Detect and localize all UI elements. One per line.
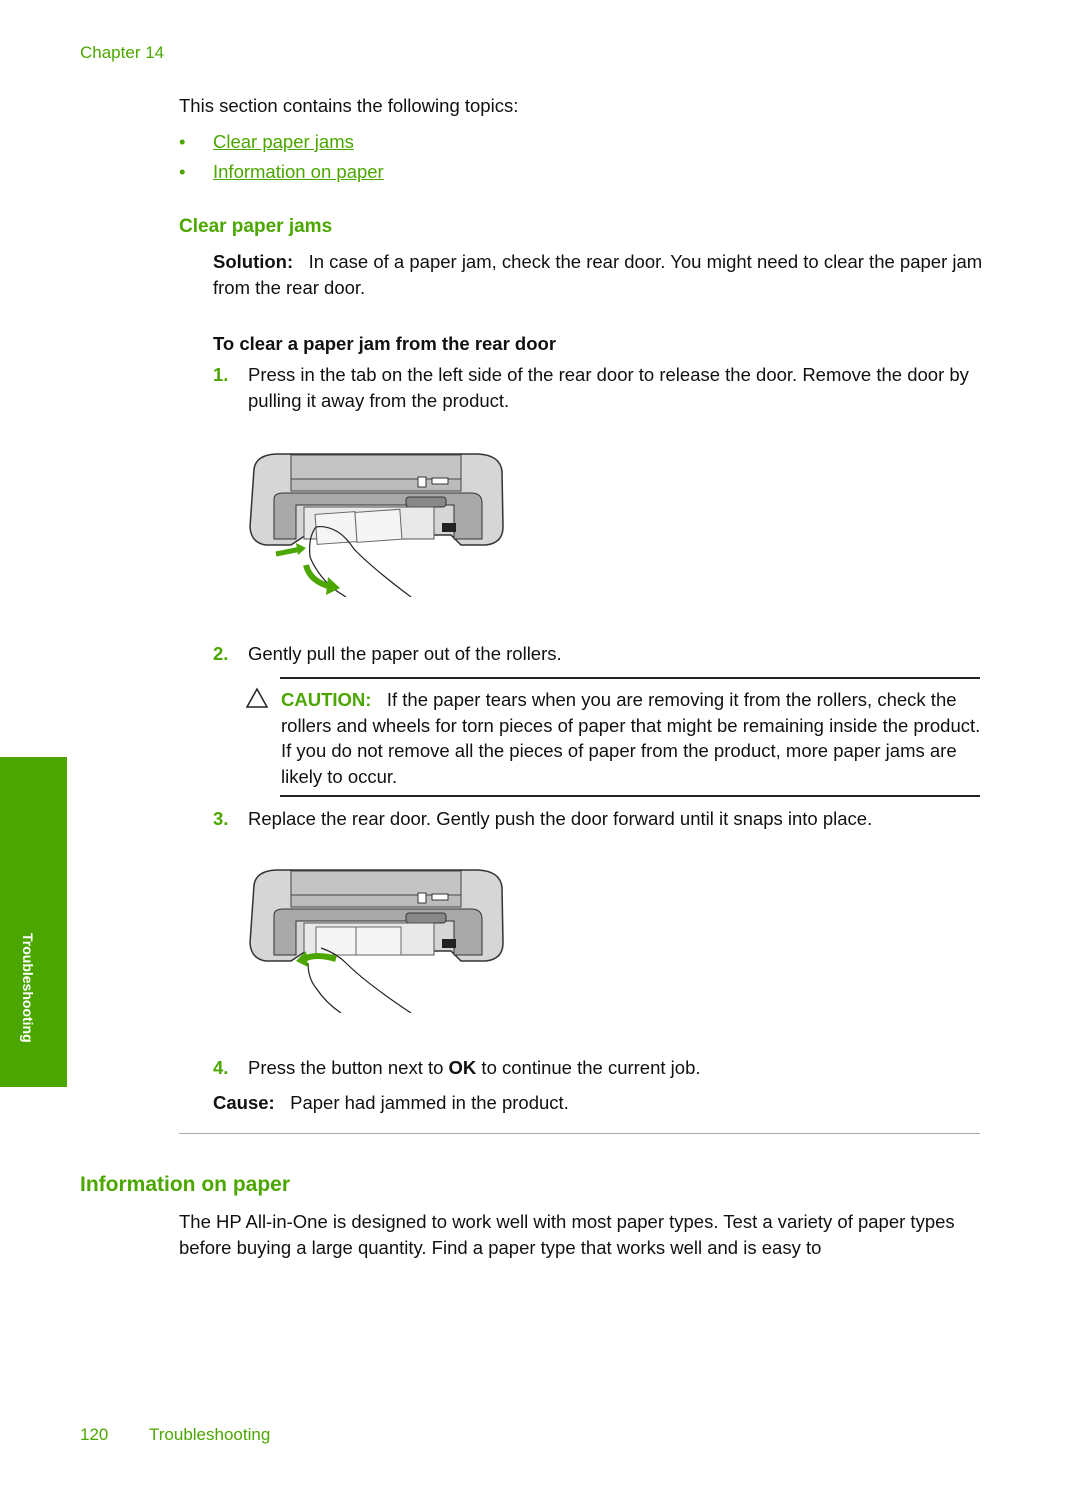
caution-text: If the paper tears when you are removing…: [281, 689, 981, 787]
step-4: 4. Press the button next to OK to contin…: [213, 1055, 983, 1081]
step-1: 1. Press in the tab on the left side of …: [213, 362, 983, 413]
cause-text: Paper had jammed in the product.: [290, 1092, 569, 1113]
link-information-on-paper[interactable]: Information on paper: [213, 161, 384, 182]
heading-clear-paper-jams: Clear paper jams: [179, 216, 333, 237]
step-number: 2.: [213, 643, 229, 664]
cause-paragraph: Cause: Paper had jammed in the product.: [213, 1090, 569, 1116]
printer-rear-door-replace-illustration: [246, 863, 508, 1014]
link-clear-paper-jams[interactable]: Clear paper jams: [213, 131, 354, 152]
step-number: 1.: [213, 364, 229, 385]
cause-label: Cause:: [213, 1092, 275, 1113]
step-text: Replace the rear door. Gently push the d…: [248, 808, 873, 829]
printer-illustration-2: [249, 869, 504, 1014]
page-number: 120: [80, 1425, 109, 1444]
step-text-part: Press the button next to: [248, 1057, 449, 1078]
solution-paragraph: Solution: In case of a paper jam, check …: [213, 249, 983, 300]
solution-text: In case of a paper jam, check the rear d…: [213, 251, 983, 298]
side-tab-troubleshooting: Troubleshooting: [0, 757, 67, 1087]
side-tab-label: Troubleshooting: [20, 933, 36, 1043]
paper-info-paragraph: The HP All-in-One is designed to work we…: [179, 1211, 955, 1258]
printer-rear-door-removal-illustration: [246, 447, 508, 598]
bullet: •: [179, 161, 186, 182]
bullet: •: [179, 131, 186, 152]
caution-text-block: CAUTION: If the paper tears when you are…: [281, 687, 981, 789]
caution-bottom-rule: [280, 795, 980, 797]
step-text-part: to continue the current job.: [476, 1057, 701, 1078]
step-2: 2. Gently pull the paper out of the roll…: [213, 641, 983, 667]
step-text: Press in the tab on the left side of the…: [248, 364, 969, 411]
step-3: 3. Replace the rear door. Gently push th…: [213, 806, 983, 832]
topic-list-item: • Information on paper: [179, 157, 384, 187]
footer-section-title: Troubleshooting: [149, 1425, 271, 1444]
caution-label: CAUTION:: [281, 689, 372, 710]
topic-list: • Clear paper jams • Information on pape…: [179, 127, 384, 187]
chapter-header: Chapter 14: [80, 43, 165, 62]
caution-triangle-icon: [246, 687, 268, 708]
step-text: Press the button next to OK to continue …: [248, 1055, 983, 1081]
caution-top-rule: [280, 677, 980, 679]
solution-label: Solution:: [213, 251, 294, 272]
section-divider: [179, 1133, 980, 1134]
step-number: 4.: [213, 1057, 229, 1078]
step-number: 3.: [213, 808, 229, 829]
topic-list-item: • Clear paper jams: [179, 127, 384, 157]
section-intro: This section contains the following topi…: [179, 95, 519, 116]
heading-information-on-paper: Information on paper: [80, 1173, 290, 1196]
printer-illustration-1: [249, 453, 504, 598]
procedure-title: To clear a paper jam from the rear door: [213, 333, 557, 354]
ok-button-label: OK: [448, 1057, 477, 1078]
step-text: Gently pull the paper out of the rollers…: [248, 643, 562, 664]
